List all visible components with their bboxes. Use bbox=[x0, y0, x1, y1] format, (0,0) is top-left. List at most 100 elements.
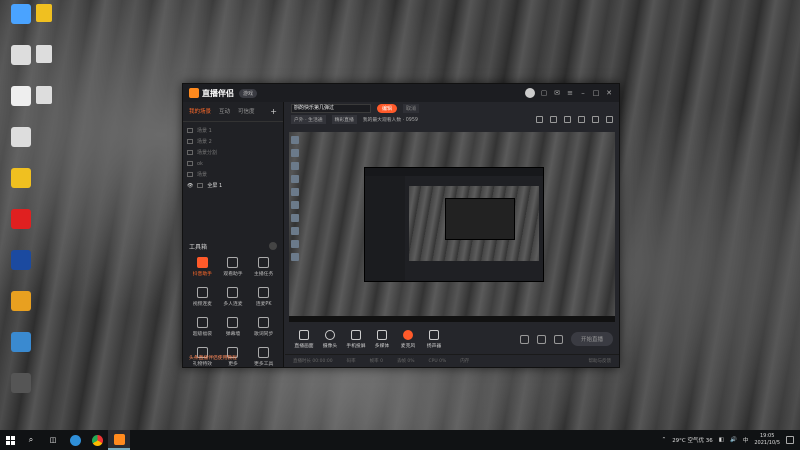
speaker-button[interactable]: 扬声器 bbox=[421, 329, 447, 349]
camera-button[interactable]: 摄像头 bbox=[317, 329, 343, 349]
tool-icon bbox=[258, 317, 270, 328]
tool-item[interactable]: 弹幕墙 bbox=[218, 317, 249, 337]
start-button[interactable] bbox=[0, 430, 20, 450]
desktop-icon[interactable] bbox=[4, 373, 38, 394]
gear-icon[interactable] bbox=[553, 334, 563, 344]
desktop-icon[interactable] bbox=[4, 45, 38, 66]
tool-icon bbox=[227, 257, 239, 268]
clock[interactable]: 19:05 2021/10/5 bbox=[754, 433, 780, 447]
left-panel: 我的场景 互动 可信度 + 场景 1 场景 2 场景分割 ok 场景 👁 全屏 1… bbox=[183, 102, 284, 367]
tool-item[interactable]: 视频连麦 bbox=[187, 287, 218, 307]
desktop-icon[interactable] bbox=[4, 250, 38, 271]
tool-icon bbox=[258, 347, 270, 358]
tool-item[interactable]: 抖音助手 bbox=[187, 257, 218, 277]
desktop-icon[interactable] bbox=[36, 4, 58, 22]
stream-preview[interactable] bbox=[289, 132, 615, 322]
media-button[interactable]: 多媒体 bbox=[369, 329, 395, 349]
tab-credibility[interactable]: 可信度 bbox=[238, 107, 255, 116]
desktop-icon[interactable] bbox=[4, 86, 38, 107]
close-icon[interactable]: ✕ bbox=[605, 89, 613, 97]
scene-item[interactable]: ok bbox=[187, 158, 279, 169]
tool-icon bbox=[196, 257, 208, 268]
tab-scenes[interactable]: 我的场景 bbox=[189, 107, 211, 116]
desktop-icon[interactable] bbox=[4, 4, 38, 25]
pause-icon[interactable] bbox=[536, 334, 546, 344]
add-scene-icon[interactable]: + bbox=[270, 107, 277, 116]
scene-item-active[interactable]: 👁 全屏 1 bbox=[187, 180, 279, 191]
notification-icon[interactable] bbox=[786, 436, 794, 444]
scene-list: 场景 1 场景 2 场景分割 ok 场景 👁 全屏 1 bbox=[183, 122, 283, 194]
skin-icon[interactable]: ▢ bbox=[540, 89, 548, 97]
preview-recursive-window bbox=[364, 167, 544, 282]
windows-icon bbox=[5, 435, 15, 445]
promo-link[interactable]: 头条直播伴侣使用教程 bbox=[189, 354, 237, 361]
menu-icon[interactable]: ≡ bbox=[566, 89, 574, 97]
start-live-button[interactable]: 开始直播 bbox=[570, 332, 613, 346]
tool-item[interactable]: 更多工具 bbox=[248, 347, 279, 367]
cancel-tag[interactable]: 取消 bbox=[403, 103, 420, 113]
title-badge[interactable]: 游戏 bbox=[239, 88, 258, 98]
tool-item[interactable]: 歌词同步 bbox=[248, 317, 279, 337]
lock-icon[interactable] bbox=[550, 116, 557, 123]
desktop-icon[interactable] bbox=[36, 86, 58, 104]
desktop-icon[interactable] bbox=[4, 168, 38, 189]
eye-icon[interactable]: 👁 bbox=[187, 183, 193, 189]
scene-item[interactable]: 场景分割 bbox=[187, 147, 279, 158]
tools-header: 工具箱 bbox=[189, 244, 208, 251]
tool-icon bbox=[196, 287, 208, 298]
share-icon[interactable] bbox=[564, 116, 571, 123]
live-companion-taskbar-icon[interactable] bbox=[108, 430, 130, 450]
taskview-icon[interactable]: ◫ bbox=[42, 430, 64, 450]
scene-item[interactable]: 场景 2 bbox=[187, 136, 279, 147]
ime-icon[interactable]: 中 bbox=[743, 436, 749, 444]
help-link[interactable]: 帮助与反馈 bbox=[589, 358, 612, 364]
chrome-icon[interactable] bbox=[86, 430, 108, 450]
volume-icon[interactable]: 🔊 bbox=[730, 437, 737, 443]
minimize-icon[interactable]: – bbox=[579, 89, 587, 97]
app-icon bbox=[11, 4, 31, 24]
scene-item[interactable]: 场景 1 bbox=[187, 125, 279, 136]
tray-chevron-icon[interactable]: ⌃ bbox=[662, 437, 667, 443]
tool-item[interactable]: 连麦PK bbox=[248, 287, 279, 307]
weather-widget[interactable]: 29°C 空气优 36 bbox=[672, 436, 713, 444]
edge-icon[interactable] bbox=[64, 430, 86, 450]
edit-button[interactable]: 编辑 bbox=[377, 103, 398, 113]
mic-button[interactable]: 麦克风 bbox=[395, 329, 421, 349]
avatar[interactable] bbox=[525, 88, 535, 98]
bag-icon[interactable] bbox=[578, 116, 585, 123]
scene-item[interactable]: 场景 bbox=[187, 169, 279, 180]
status-mem: 内存 bbox=[460, 359, 470, 364]
tag-chip[interactable]: 精彩直播 bbox=[331, 115, 357, 124]
gift-icon[interactable] bbox=[536, 116, 543, 123]
desktop-icon[interactable] bbox=[4, 332, 38, 353]
mic-icon bbox=[403, 329, 413, 340]
maximize-icon[interactable]: □ bbox=[592, 89, 600, 97]
app-icon bbox=[11, 168, 31, 188]
live-title-input[interactable]: 斟酌快乐第几弹过 bbox=[291, 103, 371, 113]
tab-interact[interactable]: 互动 bbox=[219, 107, 230, 116]
tool-item[interactable]: 多人连麦 bbox=[218, 287, 249, 307]
desktop-icon[interactable] bbox=[36, 45, 58, 63]
mail-icon[interactable]: ✉ bbox=[553, 89, 561, 97]
tool-icon bbox=[258, 287, 270, 298]
network-icon[interactable]: ◧ bbox=[719, 437, 724, 443]
record-icon[interactable] bbox=[519, 334, 529, 344]
search-icon[interactable]: ⌕ bbox=[20, 430, 42, 450]
status-cpu: CPU 0% bbox=[428, 358, 447, 364]
desktop-icon[interactable] bbox=[4, 209, 38, 230]
app-icon bbox=[11, 373, 31, 393]
app-icon bbox=[11, 86, 31, 106]
status-duration: 直播时长 00:00:00 bbox=[293, 359, 333, 364]
app-icon bbox=[11, 250, 31, 270]
screen-capture-button[interactable]: 直播画面 bbox=[291, 329, 317, 349]
desktop-icon[interactable] bbox=[4, 291, 38, 312]
settings-icon[interactable] bbox=[606, 116, 613, 123]
category-chip[interactable]: 户外 · 生活通 bbox=[291, 115, 326, 124]
more-tools-icon[interactable] bbox=[269, 242, 277, 250]
bell-icon[interactable] bbox=[592, 116, 599, 123]
tool-item[interactable]: 观看助手 bbox=[218, 257, 249, 277]
desktop-icon[interactable] bbox=[4, 127, 38, 148]
tool-item[interactable]: 主播任务 bbox=[248, 257, 279, 277]
phone-cast-button[interactable]: 手机投屏 bbox=[343, 329, 369, 349]
tool-item[interactable]: 超级福袋 bbox=[187, 317, 218, 337]
